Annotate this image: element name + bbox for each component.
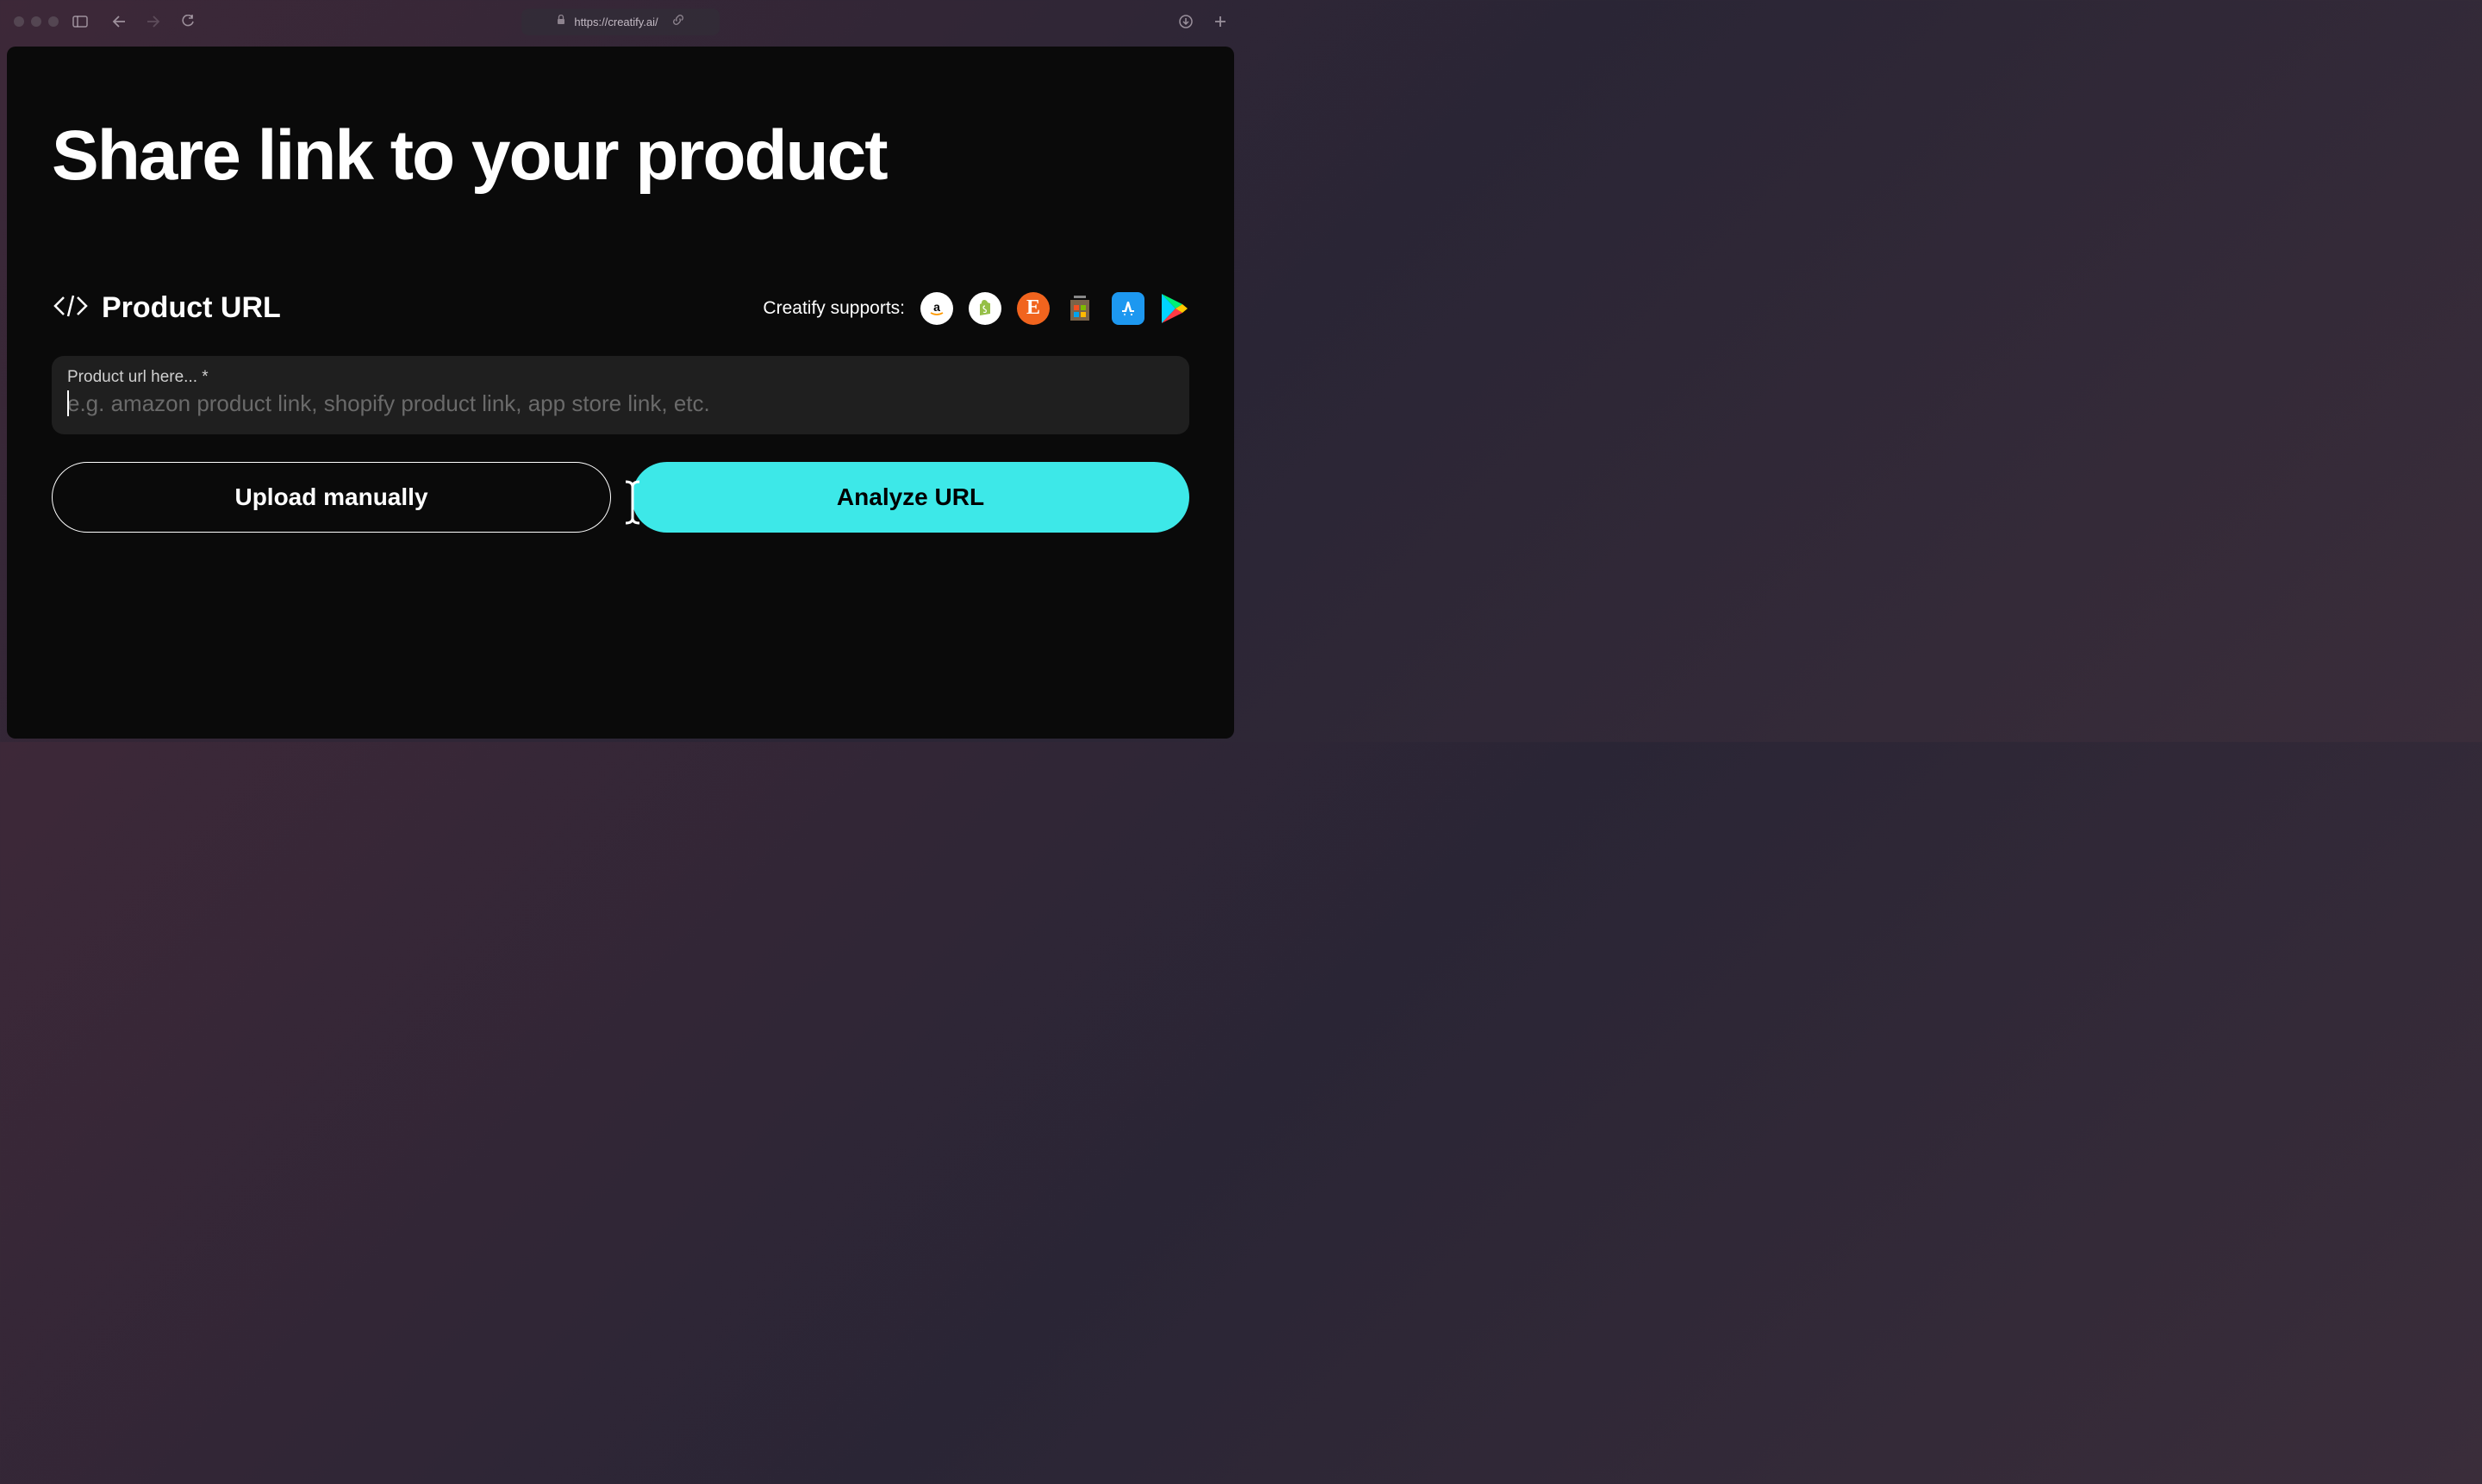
- upload-manually-button[interactable]: Upload manually: [52, 462, 611, 533]
- page-content: Share link to your product Product URL C…: [7, 47, 1234, 739]
- url-input-container[interactable]: Product url here... *: [52, 356, 1189, 434]
- button-row: Upload manually Analyze URL: [52, 462, 1189, 533]
- supports-group: Creatify supports: a E: [763, 292, 1189, 325]
- minimize-window-button[interactable]: [31, 16, 41, 27]
- downloads-icon[interactable]: [1179, 15, 1193, 28]
- nav-group: [112, 15, 195, 28]
- page-title: Share link to your product: [52, 115, 1189, 196]
- svg-text:a: a: [933, 300, 940, 314]
- upload-button-label: Upload manually: [234, 483, 427, 511]
- maximize-window-button[interactable]: [48, 16, 59, 27]
- back-button[interactable]: [112, 16, 126, 28]
- analyze-button-label: Analyze URL: [837, 483, 984, 511]
- app-store-icon: [1112, 292, 1144, 325]
- input-caret: [67, 390, 69, 416]
- etsy-icon: E: [1017, 292, 1050, 325]
- lock-icon: [557, 14, 565, 29]
- amazon-icon: a: [920, 292, 953, 325]
- microsoft-store-icon: [1065, 293, 1096, 324]
- google-play-icon: [1160, 292, 1189, 325]
- address-url: https://creatify.ai/: [574, 16, 658, 28]
- new-tab-button[interactable]: [1213, 15, 1227, 28]
- shopify-icon: [969, 292, 1001, 325]
- url-label-group: Product URL: [52, 291, 281, 325]
- analyze-url-button[interactable]: Analyze URL: [632, 462, 1189, 533]
- forward-button[interactable]: [147, 16, 160, 28]
- chrome-right-controls: [1179, 15, 1227, 28]
- supports-label: Creatify supports:: [763, 298, 905, 319]
- address-bar[interactable]: https://creatify.ai/: [521, 9, 720, 35]
- share-link-icon[interactable]: [672, 14, 684, 30]
- product-url-label: Product URL: [102, 291, 281, 325]
- browser-chrome: https://creatify.ai/: [0, 0, 1241, 43]
- url-input-label: Product url here... *: [67, 368, 1174, 387]
- code-icon: [52, 292, 90, 324]
- close-window-button[interactable]: [14, 16, 24, 27]
- url-section-header: Product URL Creatify supports: a E: [52, 291, 1189, 325]
- product-url-input[interactable]: [67, 390, 1174, 417]
- sidebar-toggle-icon[interactable]: [72, 16, 88, 28]
- reload-button[interactable]: [181, 15, 195, 28]
- traffic-lights: [14, 16, 59, 27]
- store-icons-list: a E: [920, 292, 1189, 325]
